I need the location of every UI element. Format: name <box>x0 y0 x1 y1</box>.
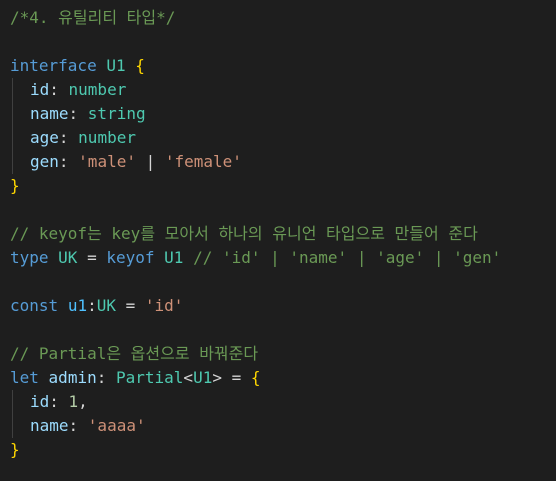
indent-guide <box>10 78 30 102</box>
code-token: // Partial은 옵션으로 바꿔준다 <box>10 344 259 363</box>
code-line[interactable] <box>0 318 556 342</box>
code-token: { <box>250 368 261 387</box>
code-line[interactable]: type UK = keyof U1 // 'id' | 'name' | 'a… <box>0 246 556 270</box>
code-token: > = <box>212 368 251 387</box>
code-line[interactable]: } <box>0 174 556 198</box>
code-token: : <box>58 152 79 171</box>
code-token: keyof <box>106 248 155 267</box>
code-line[interactable] <box>0 30 556 54</box>
code-token: id <box>30 80 50 99</box>
code-token: : <box>58 128 79 147</box>
code-token: : <box>96 368 116 387</box>
code-token: name <box>30 416 69 435</box>
code-token: : <box>87 296 97 315</box>
code-token: interface <box>10 56 97 75</box>
code-token: 'aaaa' <box>87 416 146 435</box>
code-token: UK <box>58 248 78 267</box>
code-token: age <box>30 128 59 147</box>
code-line[interactable]: let admin: Partial<U1> = { <box>0 366 556 390</box>
code-line[interactable]: id: number <box>0 78 556 102</box>
code-editor[interactable]: /*4. 유틸리티 타입*/interface U1 {id: number na… <box>0 0 556 481</box>
code-token: const <box>10 296 59 315</box>
code-token: : <box>68 104 88 123</box>
code-token: 'id' <box>144 296 184 315</box>
code-token: // 'id' | 'name' | 'age' | 'gen' <box>193 248 502 267</box>
code-token: Partial <box>115 368 184 387</box>
code-line[interactable]: name: 'aaaa' <box>0 414 556 438</box>
code-token: : <box>49 392 69 411</box>
code-token: } <box>10 176 20 195</box>
code-token: number <box>78 128 136 147</box>
code-line[interactable] <box>0 198 556 222</box>
code-line[interactable]: age: number <box>0 126 556 150</box>
indent-guide <box>10 150 30 174</box>
code-token: : <box>49 80 69 99</box>
code-line[interactable]: name: string <box>0 102 556 126</box>
indent-guide <box>10 390 30 414</box>
code-token: number <box>68 80 127 99</box>
code-token: 'female' <box>164 152 242 171</box>
code-token: { <box>135 56 145 75</box>
code-line[interactable]: } <box>0 438 556 462</box>
code-line[interactable]: const u1:UK = 'id' <box>0 294 556 318</box>
indent-guide <box>10 102 30 126</box>
code-token: id <box>30 392 50 411</box>
code-token: type <box>10 248 49 267</box>
code-token: < <box>183 368 194 387</box>
code-line[interactable]: interface U1 { <box>0 54 556 78</box>
code-token: name <box>30 104 69 123</box>
code-line[interactable]: id: 1, <box>0 390 556 414</box>
code-token: } <box>10 440 20 459</box>
code-token: = <box>115 296 145 315</box>
indent-guide <box>10 126 30 150</box>
code-token: 'male' <box>78 152 136 171</box>
indent-guide <box>10 414 30 438</box>
code-line[interactable]: // keyof는 key를 모아서 하나의 유니언 타입으로 만들어 준다 <box>0 222 556 246</box>
code-token: U1 <box>164 248 184 267</box>
code-token: , <box>78 392 88 411</box>
code-token: /*4. 유틸리티 타입*/ <box>10 8 176 27</box>
code-line[interactable]: /*4. 유틸리티 타입*/ <box>0 6 556 30</box>
code-token: string <box>87 104 146 123</box>
code-token: | <box>135 152 165 171</box>
code-line[interactable] <box>0 270 556 294</box>
code-token: admin <box>48 368 97 387</box>
code-token: : <box>68 416 88 435</box>
code-token: gen <box>30 152 59 171</box>
code-token: U1 <box>106 56 126 75</box>
code-token: U1 <box>193 368 213 387</box>
code-token: = <box>77 248 107 267</box>
code-line[interactable]: gen: 'male' | 'female' <box>0 150 556 174</box>
code-token: // keyof는 key를 모아서 하나의 유니언 타입으로 만들어 준다 <box>10 224 478 243</box>
code-token: let <box>10 368 39 387</box>
code-token: 1 <box>68 392 79 411</box>
code-line[interactable]: // Partial은 옵션으로 바꿔준다 <box>0 342 556 366</box>
code-token: u1 <box>67 296 88 315</box>
code-token: UK <box>96 296 116 315</box>
